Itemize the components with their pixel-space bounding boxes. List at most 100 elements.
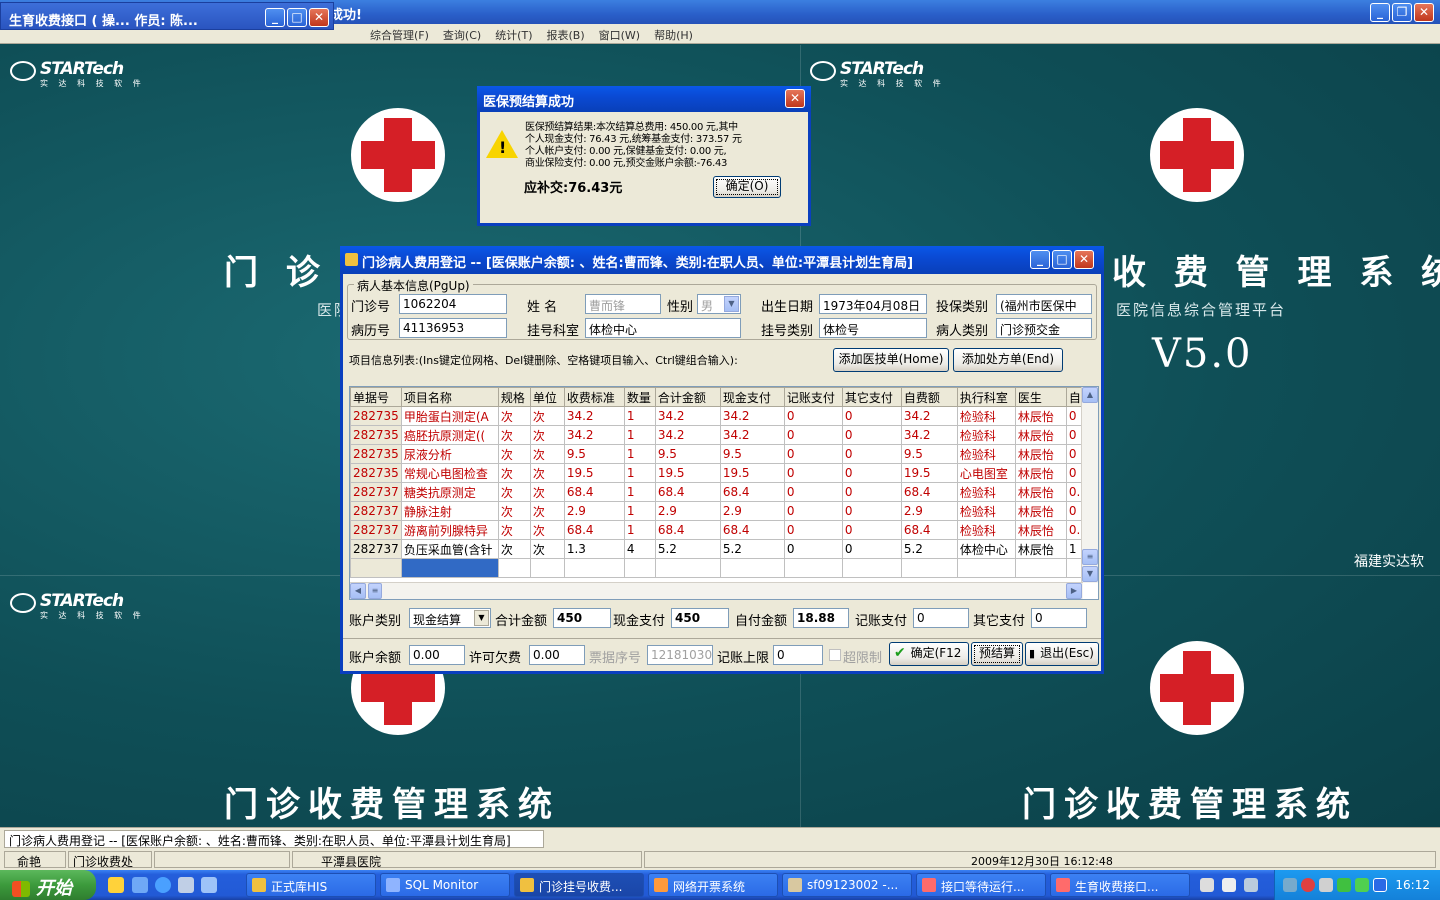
table-cell[interactable]: 68.4 xyxy=(719,520,785,540)
table-row[interactable]: 282737 负压采血管(含针次次 1.3 4 5.2 5.2 0 0 5.2 体检中心 林辰怡 1 xyxy=(350,539,1085,559)
record-no-field[interactable]: 41136953 xyxy=(399,318,507,338)
table-cell[interactable] xyxy=(350,558,402,578)
grid-column-header[interactable]: 数量 xyxy=(623,387,656,407)
table-cell[interactable]: 0 xyxy=(783,406,843,426)
quick-launch-icon[interactable] xyxy=(201,877,217,893)
account-type-select[interactable]: 现金结算 ▼ xyxy=(409,608,491,628)
total-field[interactable]: 450 xyxy=(553,608,611,628)
table-cell[interactable]: 游离前列腺特异 xyxy=(400,520,499,540)
dialog-close-button[interactable]: ✕ xyxy=(1074,250,1094,269)
table-cell[interactable] xyxy=(1014,558,1067,578)
scroll-right-icon[interactable]: ▶ xyxy=(1066,583,1082,599)
table-cell[interactable]: 林辰怡 xyxy=(1014,520,1067,540)
table-cell[interactable]: 次 xyxy=(529,501,565,521)
table-row[interactable]: 282737 游离前列腺特异次次 68.4 1 68.4 68.4 0 0 68.4 检验科 林辰怡… xyxy=(350,520,1085,540)
table-row[interactable]: 282737 糖类抗原测定次次 68.4 1 68.4 68.4 0 0 68.4 检验科 林辰怡 0… xyxy=(350,482,1085,502)
table-cell[interactable]: 林辰怡 xyxy=(1014,463,1067,483)
table-cell[interactable]: 1 xyxy=(623,444,656,464)
grid-column-header[interactable]: 自费额 xyxy=(900,387,958,407)
table-cell[interactable]: 癌胚抗原测定(( xyxy=(400,425,499,445)
table-cell[interactable]: 1 xyxy=(623,520,656,540)
table-cell[interactable]: 34.2 xyxy=(719,406,785,426)
table-cell[interactable]: 282737 xyxy=(350,501,402,521)
message-ok-button[interactable]: 确定(O) xyxy=(713,176,781,198)
grid-column-header[interactable]: 合计金额 xyxy=(654,387,721,407)
task-interface-wait[interactable]: 接口等待运行... xyxy=(916,873,1046,897)
table-cell[interactable]: 68.4 xyxy=(654,482,721,502)
table-cell[interactable]: 0 xyxy=(783,425,843,445)
table-cell[interactable]: 282737 xyxy=(350,539,402,559)
table-cell[interactable]: 9.5 xyxy=(900,444,958,464)
table-cell[interactable]: 0 xyxy=(783,444,843,464)
table-cell[interactable]: 68.4 xyxy=(900,520,958,540)
table-cell[interactable] xyxy=(497,558,531,578)
table-cell[interactable]: 次 xyxy=(529,520,565,540)
table-row[interactable]: 282737 静脉注射次次 2.9 1 2.9 2.9 0 0 2.9 检验科 林辰怡 0 xyxy=(350,501,1085,521)
table-cell[interactable]: 282735 xyxy=(350,425,402,445)
table-cell[interactable]: 心电图室 xyxy=(956,463,1016,483)
table-cell[interactable] xyxy=(529,558,565,578)
table-cell[interactable]: 检验科 xyxy=(956,425,1016,445)
table-cell[interactable]: 检验科 xyxy=(956,520,1016,540)
table-cell[interactable]: 次 xyxy=(529,482,565,502)
table-cell[interactable]: 5.2 xyxy=(900,539,958,559)
menu-item-query[interactable]: 查询(C) xyxy=(443,27,481,43)
table-cell[interactable]: 1 xyxy=(623,425,656,445)
mini-window[interactable]: 生育收费接口 ( 操... 作员: 陈... _ □ ✕ xyxy=(0,2,334,30)
table-cell[interactable]: 34.2 xyxy=(563,406,625,426)
table-cell[interactable]: 次 xyxy=(497,482,531,502)
patient-type-field[interactable]: 门诊预交金 xyxy=(996,318,1092,338)
table-cell[interactable]: 34.2 xyxy=(654,406,721,426)
table-cell[interactable]: 0 xyxy=(841,463,902,483)
table-cell[interactable]: 0 xyxy=(783,539,843,559)
table-cell[interactable]: 34.2 xyxy=(654,425,721,445)
confirm-button[interactable]: ✔ 确定(F12 xyxy=(889,642,969,666)
grid-column-header[interactable]: 项目名称 xyxy=(400,387,499,407)
table-cell[interactable]: 林辰怡 xyxy=(1014,539,1067,559)
table-cell[interactable]: 0 xyxy=(783,463,843,483)
table-cell[interactable]: 1.3 xyxy=(563,539,625,559)
scroll-up-icon[interactable]: ▲ xyxy=(1082,387,1098,403)
presettle-button[interactable]: 预结算 xyxy=(971,642,1023,666)
mini-maximize-button[interactable]: □ xyxy=(287,8,307,27)
reg-type-field[interactable]: 体检号 xyxy=(819,318,927,338)
table-cell[interactable] xyxy=(783,558,843,578)
table-row[interactable]: 282735 癌胚抗原测定((次次 34.2 1 34.2 34.2 0 0 34.2 检验科 林辰… xyxy=(350,425,1085,445)
table-cell[interactable]: 9.5 xyxy=(654,444,721,464)
table-cell[interactable]: 体检中心 xyxy=(956,539,1016,559)
table-row[interactable]: 282735 甲胎蛋白测定(A 次次 34.2 1 34.2 34.2 0 0 34.2 检验科 林辰… xyxy=(350,406,1085,426)
table-cell[interactable]: 5.2 xyxy=(719,539,785,559)
table-cell[interactable]: 34.2 xyxy=(563,425,625,445)
table-cell[interactable]: 负压采血管(含针 xyxy=(400,539,499,559)
table-cell[interactable]: 5.2 xyxy=(654,539,721,559)
table-cell[interactable]: 0 xyxy=(841,425,902,445)
table-cell[interactable]: 1 xyxy=(623,501,656,521)
table-cell[interactable]: 19.5 xyxy=(719,463,785,483)
table-cell[interactable]: 0 xyxy=(841,501,902,521)
table-cell[interactable]: 19.5 xyxy=(563,463,625,483)
table-cell[interactable]: 次 xyxy=(529,425,565,445)
table-cell[interactable]: 68.4 xyxy=(900,482,958,502)
table-cell[interactable]: 0 xyxy=(783,520,843,540)
table-cell[interactable]: 2.9 xyxy=(654,501,721,521)
keyboard-icon[interactable] xyxy=(1200,878,1214,892)
menu-item-help[interactable]: 帮助(H) xyxy=(654,27,693,43)
table-cell[interactable]: 0 xyxy=(841,520,902,540)
table-cell[interactable]: 19.5 xyxy=(654,463,721,483)
task-his[interactable]: 正式库HIS xyxy=(246,873,376,897)
scroll-thumb[interactable]: ≡ xyxy=(1082,549,1098,565)
task-sf[interactable]: sf09123002 -... xyxy=(782,873,912,897)
table-cell[interactable]: 次 xyxy=(529,463,565,483)
birth-date-field[interactable]: 1973年04月08日 xyxy=(819,294,927,314)
table-cell[interactable]: 0 xyxy=(841,406,902,426)
ie-browser-icon[interactable] xyxy=(155,877,171,893)
menu-item-window[interactable]: 窗口(W) xyxy=(599,27,640,43)
table-row[interactable]: 282735 尿液分析次次 9.5 1 9.5 9.5 0 0 9.5 检验科 林辰怡 0 xyxy=(350,444,1085,464)
table-cell[interactable] xyxy=(623,558,656,578)
message-close-button[interactable]: ✕ xyxy=(785,89,805,108)
task-maternity-interface[interactable]: 生育收费接口... xyxy=(1050,873,1190,897)
table-cell[interactable]: 4 xyxy=(623,539,656,559)
add-prescription-button[interactable]: 添加处方单(End) xyxy=(953,348,1063,372)
table-cell[interactable]: 静脉注射 xyxy=(400,501,499,521)
table-cell[interactable]: 1 xyxy=(623,406,656,426)
